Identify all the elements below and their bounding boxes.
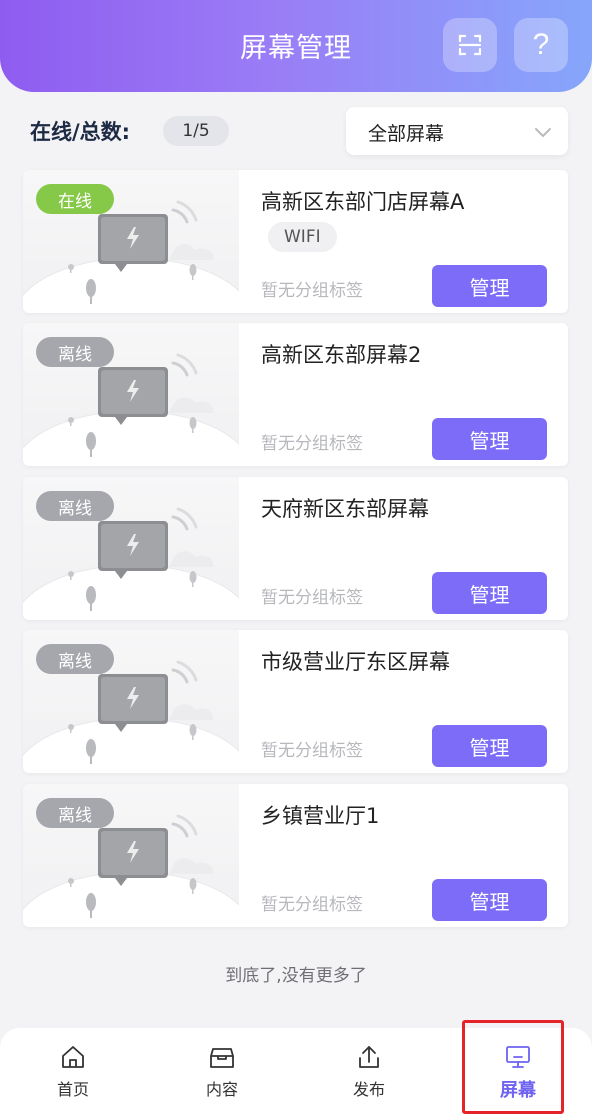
group-tag-text: 暂无分组标签 [261, 895, 363, 915]
tab-content[interactable]: 内容 [177, 1042, 267, 1100]
status-badge: 离线 [36, 798, 114, 828]
screen-card[interactable]: 离线 市级营业厅东区屏幕 暂无分组标签 管理 [23, 630, 568, 773]
tab-content-label: 内容 [205, 1080, 238, 1099]
screen-thumbnail: 离线 [23, 784, 239, 927]
screen-thumbnail: 离线 [23, 477, 239, 620]
home-icon [62, 1046, 84, 1068]
online-total-badge: 1/5 [163, 116, 229, 146]
screen-name: 高新区东部门店屏幕A [261, 190, 465, 214]
screen-card[interactable]: 离线 乡镇营业厅1 暂无分组标签 管理 [23, 784, 568, 927]
manage-button[interactable]: 管理 [432, 265, 547, 307]
scan-icon [458, 34, 482, 56]
screen-card[interactable]: 离线 天府新区东部屏幕 暂无分组标签 管理 [23, 477, 568, 620]
status-badge: 离线 [36, 491, 114, 521]
screen-card[interactable]: 在线 高新区东部门店屏幕A WIFI 暂无分组标签 管理 [23, 170, 568, 313]
network-tag: WIFI [268, 222, 337, 252]
status-badge: 在线 [36, 184, 114, 214]
group-tag-text: 暂无分组标签 [261, 741, 363, 761]
screen-filter-value: 全部屏幕 [368, 123, 445, 145]
screen-thumbnail: 在线 [23, 170, 239, 313]
tab-publish[interactable]: 发布 [324, 1042, 414, 1100]
upload-icon [359, 1046, 379, 1068]
screen-filter-select[interactable]: 全部屏幕 [346, 107, 568, 155]
screen-name: 天府新区东部屏幕 [261, 497, 429, 521]
content-box-icon [210, 1048, 234, 1068]
help-icon: ? [532, 28, 550, 61]
status-badge: 离线 [36, 337, 114, 367]
manage-button[interactable]: 管理 [432, 879, 547, 921]
screen-thumbnail: 离线 [23, 323, 239, 466]
group-tag-text: 暂无分组标签 [261, 281, 363, 301]
screen-card[interactable]: 离线 高新区东部屏幕2 暂无分组标签 管理 [23, 323, 568, 466]
group-tag-text: 暂无分组标签 [261, 588, 363, 608]
tab-publish-label: 发布 [352, 1080, 385, 1099]
online-total-label: 在线/总数: [30, 120, 131, 144]
highlight-box [462, 1020, 564, 1114]
header-bar: 屏幕管理 ? [0, 0, 592, 92]
manage-button[interactable]: 管理 [432, 418, 547, 460]
screen-name: 市级营业厅东区屏幕 [261, 650, 450, 674]
group-tag-text: 暂无分组标签 [261, 434, 363, 454]
screen-name: 高新区东部屏幕2 [261, 343, 422, 367]
help-button[interactable]: ? [514, 18, 568, 72]
screen-name: 乡镇营业厅1 [261, 804, 380, 828]
chevron-down-icon [535, 128, 551, 137]
manage-button[interactable]: 管理 [432, 572, 547, 614]
tab-home-label: 首页 [56, 1080, 89, 1099]
status-badge: 离线 [36, 644, 114, 674]
manage-button[interactable]: 管理 [432, 725, 547, 767]
page-title: 屏幕管理 [240, 33, 352, 64]
screen-thumbnail: 离线 [23, 630, 239, 773]
scan-button[interactable] [443, 18, 497, 72]
tab-home[interactable]: 首页 [28, 1042, 118, 1100]
list-end-text: 到底了,没有更多了 [225, 966, 367, 986]
